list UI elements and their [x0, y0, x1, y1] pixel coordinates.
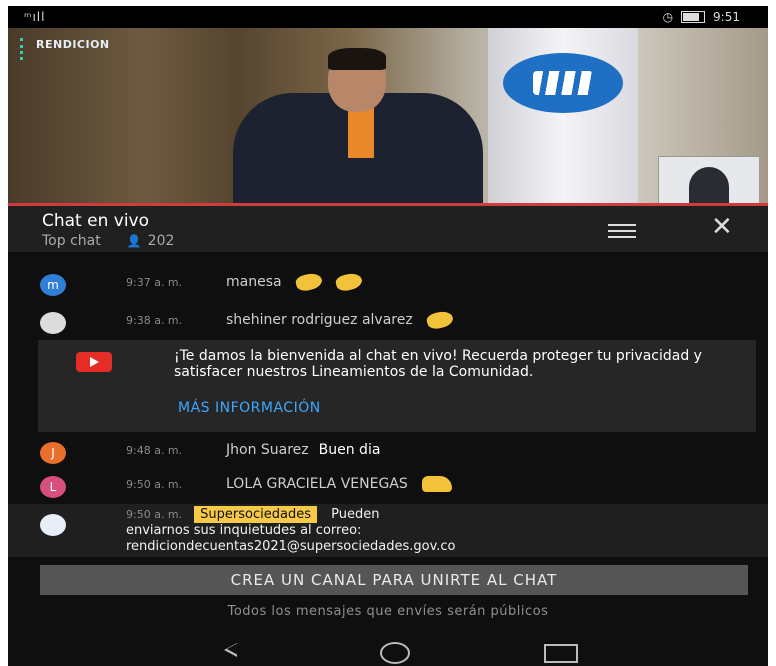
signal-icon: ᵐıll — [24, 10, 46, 24]
home-icon[interactable] — [380, 642, 410, 664]
chat-title: Chat en vivo — [42, 211, 150, 231]
more-info-link[interactable]: MÁS INFORMACIÓN — [178, 400, 321, 416]
video-player[interactable]: RENDICION — [8, 28, 768, 203]
message-time: 9:38 a. m. — [126, 314, 183, 327]
message-text: Buen dia — [318, 442, 381, 458]
sign-language-inset — [658, 156, 760, 203]
avatar[interactable]: m — [40, 274, 66, 296]
chat-messages[interactable]: m 9:37 a. m. manesa 9:38 a. m. shehiner … — [8, 252, 768, 557]
supersociedades-avatar[interactable] — [40, 514, 66, 536]
author-name: LOLA GRACIELA VENEGAS — [226, 476, 408, 492]
message-author: shehiner rodriguez alvarez — [226, 308, 455, 332]
clap-emoji-icon — [333, 270, 364, 294]
welcome-text: ¡Te damos la bienvenida al chat en vivo!… — [174, 348, 702, 380]
chat-message: 9:38 a. m. shehiner rodriguez alvarez — [8, 308, 768, 338]
viewer-count-value: 202 — [147, 233, 175, 249]
phone-screen: ᵐıll ◷ 9:51 RENDICION Chat en vivo Top c… — [8, 6, 768, 666]
clock: 9:51 — [713, 10, 740, 24]
message-text-line2: enviarnos sus inquietudes al correo: — [126, 523, 362, 538]
public-messages-note: Todos los mensajes que envíes serán públ… — [227, 604, 549, 619]
message-time: 9:50 a. m. — [126, 478, 183, 491]
chat-mode-selector[interactable]: Top chat — [42, 233, 101, 249]
logo-mark-icon — [20, 38, 37, 60]
welcome-banner: ¡Te damos la bienvenida al chat en vivo!… — [38, 340, 756, 432]
author-name: shehiner rodriguez alvarez — [226, 312, 413, 328]
back-icon-inner — [227, 643, 238, 655]
youtube-icon — [76, 352, 112, 372]
logo-text: RENDICION — [36, 38, 110, 51]
avatar[interactable]: J — [40, 442, 66, 464]
avatar[interactable]: L — [40, 476, 66, 498]
message-author: LOLA GRACIELA VENEGAS — [226, 476, 452, 492]
clap-emoji-icon — [425, 308, 455, 332]
message-time: 9:50 a. m. — [126, 508, 183, 521]
chat-subheader: Top chat 👤 202 — [42, 233, 174, 249]
moderator-message: 9:50 a. m. Supersociedades Pueden enviarn… — [8, 504, 768, 557]
viewer-count: 👤 202 — [127, 233, 175, 249]
thumbs-up-emoji-icon — [421, 476, 452, 492]
clap-emoji-icon — [293, 270, 324, 294]
author-name: Jhon Suarez — [226, 442, 309, 458]
status-bar: ᵐıll ◷ 9:51 — [8, 6, 768, 28]
alarm-icon: ◷ — [662, 10, 674, 24]
message-text-line3: rendiciondecuentas2021@supersociedades.g… — [126, 539, 456, 554]
chat-message: J 9:48 a. m. Jhon Suarez Buen dia — [8, 438, 768, 468]
create-channel-button[interactable]: CREA UN CANAL PARA UNIRTE AL CHAT — [40, 565, 748, 595]
moderator-badge: Supersociedades — [194, 506, 317, 523]
close-icon[interactable]: ✕ — [711, 212, 733, 242]
recent-apps-icon[interactable] — [544, 644, 578, 663]
chat-header: Chat en vivo Top chat 👤 202 ✕ — [8, 206, 768, 252]
author-name: manesa — [226, 274, 282, 290]
filter-settings-icon[interactable] — [608, 220, 636, 238]
message-author: Jhon Suarez Buen dia — [226, 442, 380, 458]
status-right: ◷ 9:51 — [663, 10, 740, 24]
message-text-line1: Pueden — [331, 507, 380, 522]
message-time: 9:37 a. m. — [126, 276, 183, 289]
chat-message: m 9:37 a. m. manesa — [8, 270, 768, 300]
android-nav-bar — [8, 636, 768, 666]
speaker-hair — [328, 48, 386, 70]
chat-message: L 9:50 a. m. LOLA GRACIELA VENEGAS — [8, 472, 768, 502]
person-icon: 👤 — [126, 234, 142, 248]
moderator-message-body: 9:50 a. m. Supersociedades Pueden enviarn… — [126, 506, 746, 555]
message-time: 9:48 a. m. — [126, 444, 183, 457]
institution-emblem — [503, 53, 623, 113]
message-author: manesa — [226, 270, 364, 294]
avatar[interactable] — [40, 312, 66, 334]
battery-icon — [681, 11, 706, 23]
